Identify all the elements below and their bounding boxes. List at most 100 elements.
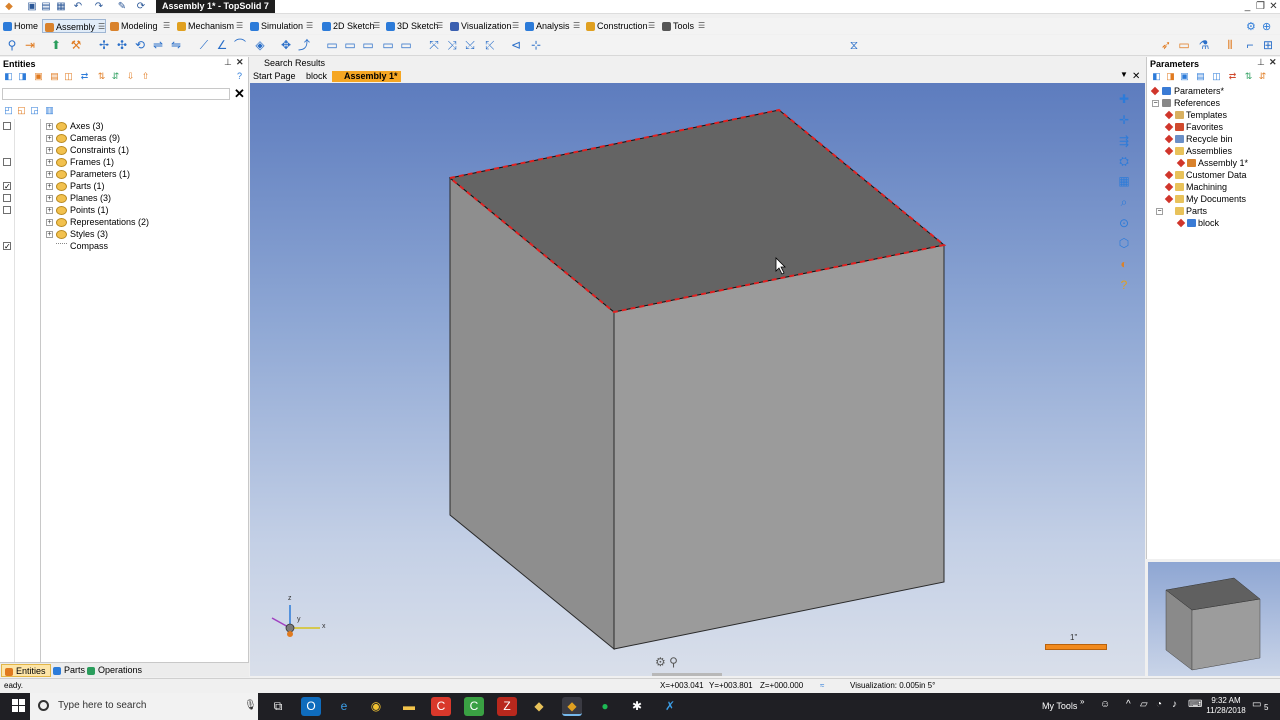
maximize-button[interactable]: ❐ xyxy=(1255,0,1266,13)
explode-4-icon[interactable]: ⤪ xyxy=(482,37,498,53)
chevron-down-icon[interactable]: ☰ xyxy=(236,19,243,33)
refresh-icon[interactable]: ⟳ xyxy=(135,1,147,13)
pan-icon[interactable]: ✛ xyxy=(1116,112,1132,128)
move-icon[interactable]: ✥ xyxy=(278,37,294,53)
interference-icon[interactable]: ⧖ xyxy=(846,37,862,53)
tree-item-axes[interactable]: + Axes (3) xyxy=(0,120,248,132)
tray-up-icon[interactable]: ^ xyxy=(1126,699,1131,710)
redo-icon[interactable]: ↷ xyxy=(93,1,105,13)
bar-icon[interactable]: ⫴ xyxy=(1222,37,1238,53)
component-icon[interactable]: ⚲ xyxy=(4,37,20,53)
ptool-7-icon[interactable]: ⇅ xyxy=(1243,71,1254,82)
menu-analysis[interactable]: Analysis ☰ xyxy=(523,19,584,33)
tab-assembly[interactable]: Assembly 1* xyxy=(332,71,401,82)
tree-item-points[interactable]: + Points (1) xyxy=(0,204,248,216)
file-explorer-icon[interactable]: ▬ xyxy=(399,697,419,716)
notifications-icon[interactable]: ▭ xyxy=(1252,699,1261,710)
keyboard-icon[interactable]: ⌨ xyxy=(1188,699,1202,710)
filezilla-icon[interactable]: Z xyxy=(497,697,517,716)
close-button[interactable]: ✕ xyxy=(1268,0,1279,13)
columns-icon[interactable]: ▥ xyxy=(44,105,55,116)
expand-icon[interactable]: + xyxy=(46,147,53,154)
menu-modeling[interactable]: Modeling ☰ xyxy=(108,19,174,33)
hint-icon[interactable]: ? xyxy=(1116,277,1132,293)
tool-6-icon[interactable]: ⇄ xyxy=(79,71,90,82)
chevron-down-icon[interactable]: ☰ xyxy=(698,19,705,33)
snap-status-icon[interactable]: ≈ xyxy=(820,681,824,690)
palette-icon[interactable]: ◐ xyxy=(1116,256,1132,272)
tab-block[interactable]: block xyxy=(294,71,330,82)
windows-start-icon[interactable] xyxy=(12,699,26,713)
explode-2-icon[interactable]: ⤨ xyxy=(444,37,460,53)
view-orient-icon[interactable]: ⛭ xyxy=(1116,153,1132,169)
menu-construction[interactable]: Construction ☰ xyxy=(584,19,659,33)
options-icon[interactable]: ⊹ xyxy=(528,37,544,53)
ptool-5-icon[interactable]: ◫ xyxy=(1211,71,1222,82)
close-icon[interactable]: ✕ xyxy=(1269,57,1277,68)
expand-icon[interactable]: + xyxy=(46,231,53,238)
tree-item-parts[interactable]: ✓ + Parts (1) xyxy=(0,180,248,192)
edge-icon[interactable]: e xyxy=(334,697,354,716)
app-red-icon[interactable]: C xyxy=(431,697,451,716)
menu-mechanism[interactable]: Mechanism ☰ xyxy=(175,19,247,33)
save-all-icon[interactable]: ▤ xyxy=(40,1,52,13)
app-blue-icon[interactable]: ✗ xyxy=(660,697,680,716)
ptool-3-icon[interactable]: ▣ xyxy=(1179,71,1190,82)
3d-viewport[interactable]: z x y ✚ ✛ ⇶ ⛭ ▦ ⌕ ⊙ ⬡ ◐ ? 1" ⚙ ⚲ xyxy=(250,83,1145,676)
expand-icon[interactable]: + xyxy=(46,207,53,214)
close-document-icon[interactable]: ✕ xyxy=(1132,71,1140,82)
save-icon[interactable]: ▣ xyxy=(26,1,38,13)
layer-1-icon[interactable]: ▭ xyxy=(324,37,340,53)
network-icon[interactable]: ▱ xyxy=(1140,699,1148,710)
pointer-icon[interactable]: ➶ xyxy=(1158,37,1174,53)
plane-icon[interactable]: ◈ xyxy=(252,37,268,53)
tool-10-icon[interactable]: ⇧ xyxy=(140,71,151,82)
tool-9-icon[interactable]: ⇩ xyxy=(125,71,136,82)
tree-item-frames[interactable]: + Frames (1) xyxy=(0,156,248,168)
topsolid-icon[interactable]: ◆ xyxy=(562,697,582,716)
tab-operations[interactable]: Operations xyxy=(84,664,146,677)
snap-icon[interactable]: ⌐ xyxy=(1242,37,1258,53)
expand-icon[interactable]: − xyxy=(1152,100,1159,107)
ptool-1-icon[interactable]: ◧ xyxy=(1151,71,1162,82)
chevron-down-icon[interactable]: ☰ xyxy=(163,19,170,33)
tree-item-cameras[interactable]: + Cameras (9) xyxy=(0,132,248,144)
tool-8-icon[interactable]: ⇵ xyxy=(110,71,121,82)
selection-mode-icon[interactable]: ⚙ ⚲ xyxy=(655,655,678,669)
spotify-icon[interactable]: ● xyxy=(595,697,615,716)
line-constraint-icon[interactable]: ⟋ xyxy=(196,37,212,53)
insert-icon[interactable]: ⬆ xyxy=(48,37,64,53)
visibility-checkbox[interactable] xyxy=(3,158,11,166)
expand-icon[interactable]: + xyxy=(46,219,53,226)
pin-icon[interactable]: ⊥ xyxy=(224,57,232,68)
layer-3-icon[interactable]: ▭ xyxy=(360,37,376,53)
expand-icon[interactable]: + xyxy=(46,183,53,190)
menu-simulation[interactable]: Simulation ☰ xyxy=(248,19,319,33)
tool-1-icon[interactable]: ◧ xyxy=(3,71,14,82)
task-view-icon[interactable]: ⧉ xyxy=(268,697,288,716)
ptool-4-icon[interactable]: ▤ xyxy=(1195,71,1206,82)
tool-4-icon[interactable]: ▤ xyxy=(49,71,60,82)
visibility-checkbox[interactable] xyxy=(3,206,11,214)
explode-3-icon[interactable]: ⤩ xyxy=(462,37,478,53)
undo-icon[interactable]: ↶ xyxy=(72,1,84,13)
explode-1-icon[interactable]: ⤧ xyxy=(426,37,442,53)
close-icon[interactable]: ✕ xyxy=(236,57,244,68)
menu-home[interactable]: Home xyxy=(1,19,38,33)
tool-7-icon[interactable]: ⇅ xyxy=(96,71,107,82)
tool-2-icon[interactable]: ◨ xyxy=(17,71,28,82)
wifi-icon[interactable]: ◔ xyxy=(1156,699,1162,710)
tree-item-parameters[interactable]: + Parameters (1) xyxy=(0,168,248,180)
tool-5-icon[interactable]: ◫ xyxy=(63,71,74,82)
clock[interactable]: 9:32 AM 11/28/2018 xyxy=(1206,696,1246,716)
view-1-icon[interactable]: ◰ xyxy=(3,105,14,116)
taskbar-search-input[interactable]: Type here to search 🎙 xyxy=(30,693,258,720)
align-icon[interactable]: ⇌ xyxy=(150,37,166,53)
tree-item-representations[interactable]: + Representations (2) xyxy=(0,216,248,228)
orbit-icon[interactable]: ⇶ xyxy=(1116,133,1132,149)
search-icon[interactable]: ⊕ xyxy=(1262,20,1271,33)
ptool-2-icon[interactable]: ◨ xyxy=(1165,71,1176,82)
chevron-down-icon[interactable]: ☰ xyxy=(373,19,380,33)
constraint-icon[interactable]: ✢ xyxy=(96,37,112,53)
chevron-down-icon[interactable]: ☰ xyxy=(98,20,105,34)
